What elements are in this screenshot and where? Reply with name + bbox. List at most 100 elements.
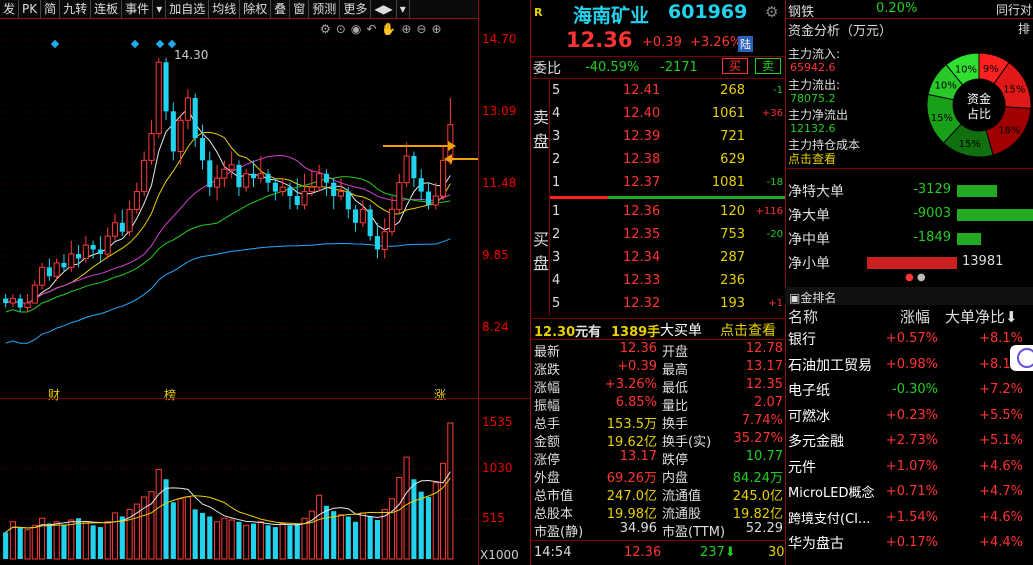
candle-body xyxy=(199,138,206,161)
volume-bar xyxy=(53,521,60,560)
toolbar-item-12[interactable]: 预测 xyxy=(309,0,341,18)
price-change: +0.39 xyxy=(642,35,682,50)
kline-chart[interactable] xyxy=(0,19,478,565)
candle-body xyxy=(82,244,89,259)
candle-body xyxy=(432,195,439,206)
candle-body xyxy=(272,182,278,192)
sector-row[interactable]: MicroLED概念 +0.71% +4.7% xyxy=(786,480,1033,505)
sell-order-row[interactable]: 3 12.39 721 xyxy=(550,126,785,148)
floating-share-icon[interactable] xyxy=(1010,345,1033,371)
divider xyxy=(478,0,479,565)
toolbar-item-15[interactable]: ▾ xyxy=(397,0,410,18)
sector-row[interactable]: 跨境支付(CI... +1.54% +4.6% xyxy=(786,506,1033,531)
volume-bar xyxy=(46,523,52,559)
sector-pct: +1.07% xyxy=(885,458,938,474)
toolbar-item-3[interactable]: 九转 xyxy=(60,0,92,18)
stat-label: 最高 xyxy=(662,363,689,378)
peer-compare-tab[interactable]: 同行对 xyxy=(996,1,1032,18)
col-pct[interactable]: 涨幅 xyxy=(900,306,930,327)
sector-pct: +0.57% xyxy=(885,331,938,346)
toolbar-item-6[interactable]: ▾ xyxy=(153,0,167,18)
price-tick: 14.70 xyxy=(482,32,517,46)
buy-order-row[interactable]: 4 12.33 236 xyxy=(550,270,785,292)
exchange-tag: 陆 xyxy=(738,36,753,52)
volume-bar xyxy=(3,532,9,559)
buy-order-row[interactable]: 3 12.34 287 xyxy=(550,247,785,269)
buy-order-row[interactable]: 5 12.32 193 +1 xyxy=(550,293,785,315)
net-flow-value: -9003 xyxy=(913,206,951,221)
volume: 753 xyxy=(720,227,745,242)
stat-value: 2.07 xyxy=(754,395,783,410)
sector-row[interactable]: 银行 +0.57% +8.1% xyxy=(786,327,1033,352)
toolbar-item-7[interactable]: 加自选 xyxy=(166,0,210,18)
candle-body xyxy=(257,173,264,179)
quote-badge: R xyxy=(534,6,543,19)
sector-row[interactable]: 多元金融 +2.73% +5.1% xyxy=(786,429,1033,454)
volume-bar xyxy=(75,518,82,559)
sector-row[interactable]: 可燃冰 +0.23% +5.5% xyxy=(786,404,1033,429)
toolbar-item-14[interactable]: ◀▶ xyxy=(371,0,397,18)
buy-order-row[interactable]: 2 12.35 753 -20 xyxy=(550,224,785,246)
sell-order-row[interactable]: 1 12.37 1081 -18 xyxy=(550,172,785,194)
toolbar-item-13[interactable]: 更多 xyxy=(340,0,372,18)
sector-row[interactable]: 华为盘古 +0.17% +4.4% xyxy=(786,531,1033,556)
volume-tick: 1535 xyxy=(482,415,513,429)
toolbar-item-5[interactable]: 事件 xyxy=(122,0,154,18)
buy-order-row[interactable]: 1 12.36 120 +116 xyxy=(550,201,785,223)
col-ratio[interactable]: 大单净比⬇ xyxy=(945,306,1018,327)
page-dots[interactable]: ● ● xyxy=(905,272,926,283)
toolbar-item-0[interactable]: 发 xyxy=(0,0,20,18)
settings-gear-icon[interactable]: ⚙ xyxy=(765,3,778,21)
net-flow-label: 净中单 xyxy=(788,232,830,248)
tick-volume: 237⬇ xyxy=(700,545,736,560)
stat-value: 84.24万 xyxy=(732,471,783,486)
sell-order-row[interactable]: 4 12.40 1061 +36 xyxy=(550,103,785,125)
toolbar-item-9[interactable]: 除权 xyxy=(240,0,272,18)
stat-value: 13.17 xyxy=(619,449,657,464)
volume-bar xyxy=(425,496,432,559)
candle-body xyxy=(440,159,447,197)
candle-body xyxy=(9,298,16,304)
big-order-view-link[interactable]: 点击查看 xyxy=(720,320,776,340)
stat-value: 7.74% xyxy=(741,413,783,428)
sell-order-row[interactable]: 5 12.41 268 -1 xyxy=(550,80,785,102)
ma10-line xyxy=(5,131,451,304)
net-flow-label: 净特大单 xyxy=(788,184,844,200)
toolbar-item-2[interactable]: 简 xyxy=(41,0,61,18)
sort-tab[interactable]: 排 xyxy=(1018,20,1030,37)
candle-body xyxy=(24,302,31,308)
price: 12.38 xyxy=(623,152,661,167)
net-flow-value: -3129 xyxy=(913,182,951,197)
stat-label: 外盘 xyxy=(534,471,561,486)
sector-row[interactable]: 石油加工贸易 +0.98% +8.1% xyxy=(786,353,1033,378)
col-name[interactable]: 名称 xyxy=(788,306,818,327)
sector-ratio: +8.1% xyxy=(979,331,1023,346)
price: 12.32 xyxy=(623,296,661,311)
sector-row[interactable]: 元件 +1.07% +4.6% xyxy=(786,455,1033,480)
buy-button[interactable]: 买 xyxy=(722,58,748,74)
candle-body xyxy=(367,209,373,237)
toolbar-item-8[interactable]: 均线 xyxy=(209,0,241,18)
toolbar-item-4[interactable]: 连板 xyxy=(91,0,123,18)
stat-label: 金额 xyxy=(534,435,561,450)
sector-pct: +0.23% xyxy=(885,407,938,423)
candle-body xyxy=(323,173,329,183)
toolbar-item-11[interactable]: 窗 xyxy=(290,0,310,18)
divider xyxy=(785,18,1033,19)
level: 3 xyxy=(552,129,561,144)
price: 12.36 xyxy=(623,204,661,219)
stat-label: 最新 xyxy=(534,345,561,360)
stat-value: 10.77 xyxy=(745,449,783,464)
sell-button[interactable]: 卖 xyxy=(755,58,781,74)
sector-ratio: +4.4% xyxy=(979,535,1023,550)
candle-body xyxy=(90,245,96,250)
level: 2 xyxy=(552,227,561,242)
sell-order-row[interactable]: 2 12.38 629 xyxy=(550,149,785,171)
sector-row[interactable]: 电子纸 -0.30% +7.2% xyxy=(786,378,1033,403)
toolbar-item-10[interactable]: 叠 xyxy=(271,0,291,18)
view-link[interactable]: 点击查看 xyxy=(788,150,836,167)
volume: 1081 xyxy=(711,175,745,190)
candle-body xyxy=(228,164,235,170)
candle-body xyxy=(331,182,337,197)
toolbar-item-1[interactable]: PK xyxy=(19,0,42,18)
